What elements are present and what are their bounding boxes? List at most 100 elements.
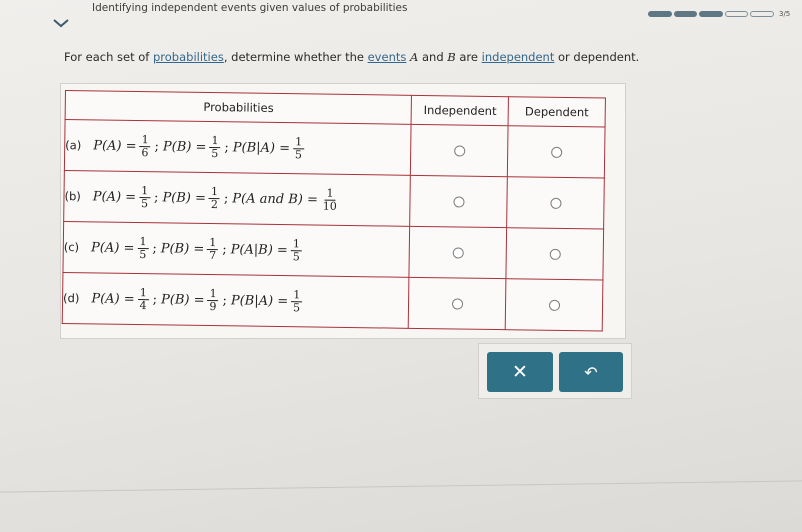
fraction-numerator: 1 [324,187,336,201]
instruction-part: or dependent. [554,50,640,64]
fraction-denominator: 5 [140,196,149,210]
chevron-down-icon[interactable] [50,16,72,30]
undo-button[interactable]: ↶ [559,352,623,392]
third-prob-text: P(B|A) = [230,292,289,309]
fraction-denominator: 5 [292,300,301,314]
progress-bar [648,11,774,17]
undo-icon: ↶ [584,362,598,382]
progress-segment [699,11,723,17]
progress-segment [673,11,698,17]
fraction-numerator: 1 [207,287,219,301]
separator: ; [152,291,158,307]
probability-expression: P(A) = 1 5; P(B) = 1 7; P(A|B) = 1 5 [90,235,305,263]
fraction: 15 [137,235,149,261]
instruction-part: and [418,50,448,64]
probability-cell: (c) P(A) = 1 5; P(B) = 1 7; P(A|B) = 1 5 [62,221,411,278]
p-a-text: P(A) = [91,290,135,307]
progress-segment [648,11,672,17]
fraction-denominator: 4 [139,298,147,312]
independent-cell [410,124,509,177]
radio-independent[interactable] [453,144,466,157]
probability-expression: P(A) = 1 5; P(B) = 1 2; P(A and B) = 1 10 [93,184,342,212]
probability-cell: (a) P(A) = 1 6; P(B) = 1 5; P(B|A) = 1 5 [64,119,412,176]
fraction: 14 [137,286,149,312]
link-probabilities[interactable]: probabilities [153,50,224,64]
fraction: 12 [208,185,221,211]
fraction: 15 [290,237,303,263]
fraction-numerator: 1 [207,236,219,250]
question-panel: Probabilities Independent Dependent (a) P… [60,83,626,339]
fraction: 15 [139,184,151,210]
progress-label: 3/5 [779,10,791,18]
table-row: (c) P(A) = 1 5; P(B) = 1 7; P(A|B) = 1 5 [62,221,604,281]
top-bar: Identifying independent events given val… [0,0,802,28]
clear-button[interactable]: ✕ [487,352,553,392]
link-independent[interactable]: independent [482,50,555,64]
third-prob-text: P(A and B) = [232,190,319,208]
probability-expression: P(A) = 1 4; P(B) = 1 9; P(B|A) = 1 5 [91,286,305,314]
dependent-cell [505,278,603,332]
radio-dependent[interactable] [548,299,560,311]
fraction-denominator: 6 [141,145,149,159]
separator: ; [223,190,229,206]
radio-independent[interactable] [451,297,463,310]
separator: ; [222,292,228,308]
radio-independent[interactable] [452,246,464,259]
instruction-part: For each set of [64,50,153,64]
fraction-denominator: 7 [209,248,217,262]
fraction-numerator: 1 [290,237,303,251]
fraction: 16 [139,133,151,159]
row-label: (c) [63,239,80,255]
probability-table: Probabilities Independent Dependent (a) P… [62,90,606,332]
p-b-text: P(B) = [162,189,207,206]
row-label: (b) [64,189,81,204]
radio-dependent[interactable] [550,197,562,209]
p-b-text: P(B) = [160,291,205,308]
fraction: 1 10 [321,187,339,213]
separator: ; [154,189,159,205]
fraction-denominator: 2 [210,197,218,211]
third-prob-text: P(A|B) = [230,241,289,258]
instruction-part: , determine whether the [223,50,368,64]
action-bar: ✕ ↶ [478,343,632,399]
p-a-text: P(A) = [90,239,135,256]
fraction-numerator: 1 [139,184,151,198]
instruction-text: For each set of probabilities, determine… [64,50,639,64]
separator: ; [152,240,157,256]
fraction-numerator: 1 [137,286,149,300]
variable-b: B [447,50,456,64]
independent-cell [408,277,507,330]
table-row: (d) P(A) = 1 4; P(B) = 1 9; P(B|A) = 1 5 [62,272,603,332]
fraction: 17 [207,236,219,262]
probability-cell: (b) P(A) = 1 5; P(B) = 1 2; P(A and B) = 1 10 [63,170,411,227]
fraction-numerator: 1 [208,185,221,199]
p-b-text: P(B) = [160,240,205,257]
radio-dependent[interactable] [550,146,562,158]
p-b-text: P(B) = [162,138,207,155]
radio-independent[interactable] [453,195,465,208]
probability-expression: P(A) = 1 6; P(B) = 1 5; P(B|A) = 1 5 [93,133,307,161]
p-a-text: P(A) = [93,137,137,154]
header-independent: Independent [411,95,509,126]
fraction-numerator: 1 [139,133,151,147]
progress-segment [724,11,749,17]
row-label: (a) [65,138,82,153]
progress-segment [750,11,774,17]
probability-cell: (d) P(A) = 1 4; P(B) = 1 9; P(B|A) = 1 5 [62,272,410,329]
separator: ; [154,138,160,154]
link-events[interactable]: events [368,50,407,64]
table-row: (a) P(A) = 1 6; P(B) = 1 5; P(B|A) = 1 5 [64,119,606,179]
radio-dependent[interactable] [549,248,561,260]
instruction-part: are [455,50,482,64]
third-prob-text: P(B|A) = [232,139,291,156]
dependent-cell [506,176,605,230]
fraction-denominator: 5 [292,249,300,263]
fraction-numerator: 1 [137,235,149,249]
dependent-cell [507,125,606,179]
divider [0,480,802,493]
fraction: 15 [291,288,303,314]
topic-title: Identifying independent events given val… [92,2,408,14]
independent-cell [409,226,507,279]
fraction: 15 [293,135,305,161]
header-dependent: Dependent [508,96,606,128]
